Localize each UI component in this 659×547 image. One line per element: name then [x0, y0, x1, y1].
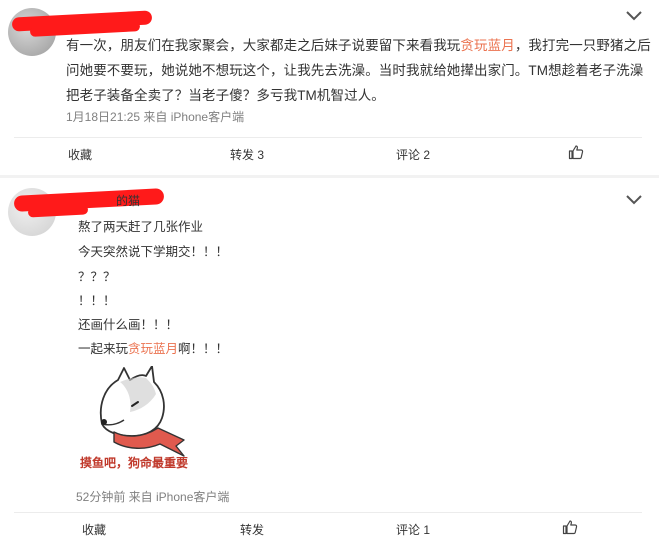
comment-button[interactable]: 评论 2	[396, 146, 430, 163]
repost-button[interactable]: 转发	[240, 521, 264, 538]
repost-button[interactable]: 转发 3	[230, 146, 264, 163]
thumbs-up-icon[interactable]	[568, 144, 584, 160]
chevron-down-icon[interactable]	[625, 194, 643, 206]
chevron-down-icon[interactable]	[625, 10, 643, 22]
thumbs-up-icon[interactable]	[562, 519, 578, 535]
post-text-part: 有一次，朋友们在我家聚会，大家都走之后妹子说要留下来看我玩	[66, 38, 461, 53]
weibo-feed: 有一次，朋友们在我家聚会，大家都走之后妹子说要留下来看我玩贪玩蓝月，我打完一只野…	[0, 0, 659, 547]
post-line: ？？？	[78, 270, 116, 284]
post-line: 还画什么画！！！	[78, 318, 179, 332]
post-text-part: 一起来玩	[78, 342, 129, 356]
post-meta[interactable]: 1月18日21:25 来自 iPhone客户端	[66, 108, 244, 125]
favorite-button[interactable]: 收藏	[82, 521, 106, 538]
post-card: 的猫 熬了两天赶了几张作业 今天突然说下学期交！！！ ？？？ ！！！ 还画什么画…	[0, 178, 659, 547]
post-card: 有一次，朋友们在我家聚会，大家都走之后妹子说要留下来看我玩贪玩蓝月，我打完一只野…	[0, 0, 659, 175]
post-meta[interactable]: 52分钟前 来自 iPhone客户端	[76, 488, 229, 505]
action-bar: 收藏 转发 3 评论 2	[14, 137, 642, 168]
action-bar: 收藏 转发 评论 1	[14, 512, 642, 543]
post-text: 有一次，朋友们在我家聚会，大家都走之后妹子说要留下来看我玩贪玩蓝月，我打完一只野…	[66, 33, 651, 108]
comment-button[interactable]: 评论 1	[396, 521, 430, 538]
favorite-button[interactable]: 收藏	[68, 146, 92, 163]
sticker-caption: 摸鱼吧，狗命最重要	[80, 456, 189, 470]
topic-link[interactable]: 贪玩蓝月	[128, 342, 178, 356]
post-line-last: 一起来玩贪玩蓝月啊！！！	[78, 338, 228, 357]
username[interactable]: 的猫	[116, 192, 140, 209]
post-line: ！！！	[78, 294, 116, 308]
topic-link[interactable]: 贪玩蓝月	[460, 38, 514, 53]
shiba-dog-sticker[interactable]	[80, 366, 190, 460]
post-text-part: 啊！！！	[178, 342, 229, 356]
post-line: 熬了两天赶了几张作业	[78, 220, 204, 234]
post-line: 今天突然说下学期交！！！	[78, 245, 229, 259]
